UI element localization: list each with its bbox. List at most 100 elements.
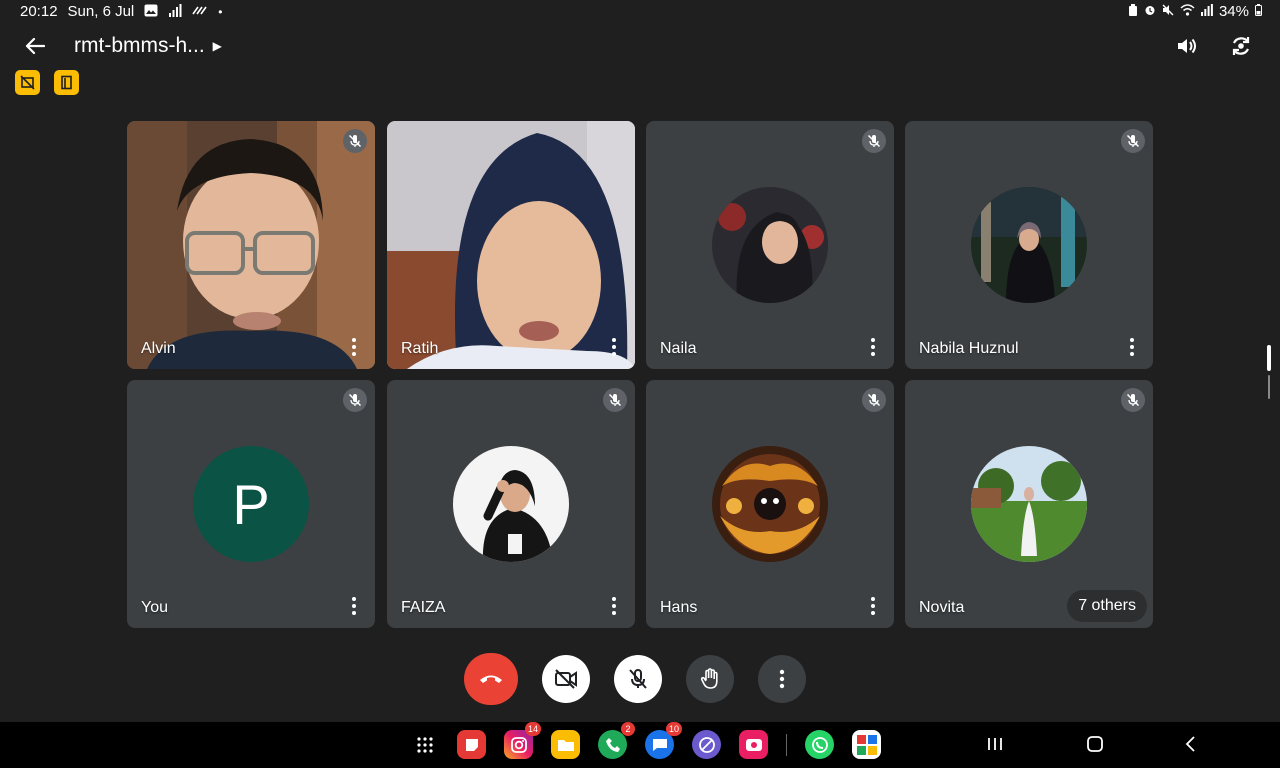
dot-icon [1130,345,1134,349]
dot-icon [612,338,616,342]
meeting-title-button[interactable]: rmt-bmms-h... ▶ [74,34,222,58]
messages-app-icon[interactable]: 10 [645,722,682,759]
participant-tile-alvin[interactable]: Alvin [127,121,375,369]
muted-indicator [1121,388,1145,412]
browser-app-icon[interactable] [692,730,721,759]
caret-right-icon: ▶ [212,39,222,53]
notification-badge: 2 [621,722,635,736]
participant-name: Hans [660,599,698,616]
host-controls-chip[interactable] [54,70,79,95]
alarm-icon [1144,3,1156,20]
participant-tile-ratih[interactable]: Ratih [387,121,635,369]
dot-icon [871,338,875,342]
recents-button[interactable] [986,735,1004,753]
navigation-bar: 14 2 10 [0,722,1280,768]
app-drawer-button[interactable] [410,730,439,759]
others-count-chip[interactable]: 7 others [1067,590,1147,622]
participant-tile-novita[interactable]: Novita 7 others [905,380,1153,628]
participant-avatar [453,446,569,562]
participant-tile-faiza[interactable]: FAIZA [387,380,635,628]
dot-icon [612,345,616,349]
notification-badge: 14 [524,722,541,736]
muted-indicator [343,388,367,412]
mic-off-icon [1126,393,1140,407]
participant-tile-hans[interactable]: Hans [646,380,894,628]
switch-camera-button[interactable] [1226,31,1256,61]
call-controls [464,653,806,705]
data-saver-icon [192,4,208,19]
participant-tile-nabila-huznul[interactable]: Nabila Huznul [905,121,1153,369]
dot-icon [352,352,356,356]
mic-off-icon [867,134,881,148]
participant-name: Ratih [401,340,439,357]
dot-indicator-icon: • [218,4,223,19]
dot-icon [352,597,356,601]
participant-options-button[interactable] [607,596,621,616]
more-vert-icon [779,669,785,689]
dot-icon [871,352,875,356]
muted-indicator [862,129,886,153]
participant-tile-you[interactable]: P You [127,380,375,628]
instagram-app-icon[interactable]: 14 [504,722,541,759]
notes-app-icon[interactable] [457,730,486,759]
system-back-button[interactable] [1184,735,1198,753]
dot-icon [612,352,616,356]
muted-indicator [862,388,886,412]
status-time: 20:12 [20,3,58,20]
dot-icon [612,611,616,615]
participant-name: FAIZA [401,599,446,616]
phone-app-icon[interactable]: 2 [598,722,635,759]
dot-icon [871,597,875,601]
end-call-button[interactable] [464,653,518,705]
mic-toggle-button[interactable] [614,655,662,703]
dock-separator [786,733,787,756]
muted-indicator [603,388,627,412]
scroll-indicator [1267,345,1271,371]
back-button[interactable] [20,31,50,61]
camera-off-icon [555,669,577,689]
participant-avatar [712,187,828,303]
mic-off-icon [629,669,647,689]
recording-disabled-chip[interactable] [15,70,40,95]
participant-options-button[interactable] [1125,337,1139,357]
dot-icon [612,604,616,608]
screen-recorder-app-icon[interactable] [739,730,768,759]
chevron-left-icon [1185,736,1195,752]
participant-avatar [971,446,1087,562]
door-icon [61,75,72,90]
participant-video [127,121,375,369]
participant-name: Nabila Huznul [919,340,1019,357]
participant-avatar [712,446,828,562]
scroll-track [1268,375,1270,399]
participant-options-button[interactable] [866,337,880,357]
dot-icon [352,338,356,342]
whatsapp-app-icon[interactable] [805,730,834,759]
no-recording-icon [20,75,35,90]
office-app-icon[interactable] [852,730,881,759]
files-app-icon[interactable] [551,730,580,759]
home-icon [1087,736,1103,752]
participant-tile-naila[interactable]: Naila [646,121,894,369]
participant-name: Naila [660,340,697,357]
dot-icon [352,345,356,349]
muted-indicator [1121,129,1145,153]
participant-options-button[interactable] [607,337,621,357]
meeting-title: rmt-bmms-h... [74,34,205,57]
camera-toggle-button[interactable] [542,655,590,703]
hand-icon [700,668,718,689]
wifi-icon [1180,3,1195,20]
participant-options-button[interactable] [347,337,361,357]
status-bar: 20:12 Sun, 6 Jul • 34% [0,0,1280,24]
raise-hand-button[interactable] [686,655,734,703]
participant-options-button[interactable] [866,596,880,616]
participant-options-button[interactable] [347,596,361,616]
battery-icon [1255,3,1262,20]
dot-icon [1130,352,1134,356]
battery-level: 34% [1218,3,1249,20]
speaker-button[interactable] [1172,31,1202,61]
end-call-icon [480,675,502,683]
more-options-button[interactable] [758,655,806,703]
mic-off-icon [867,393,881,407]
home-button[interactable] [1086,735,1104,753]
notification-badge: 10 [665,722,682,736]
